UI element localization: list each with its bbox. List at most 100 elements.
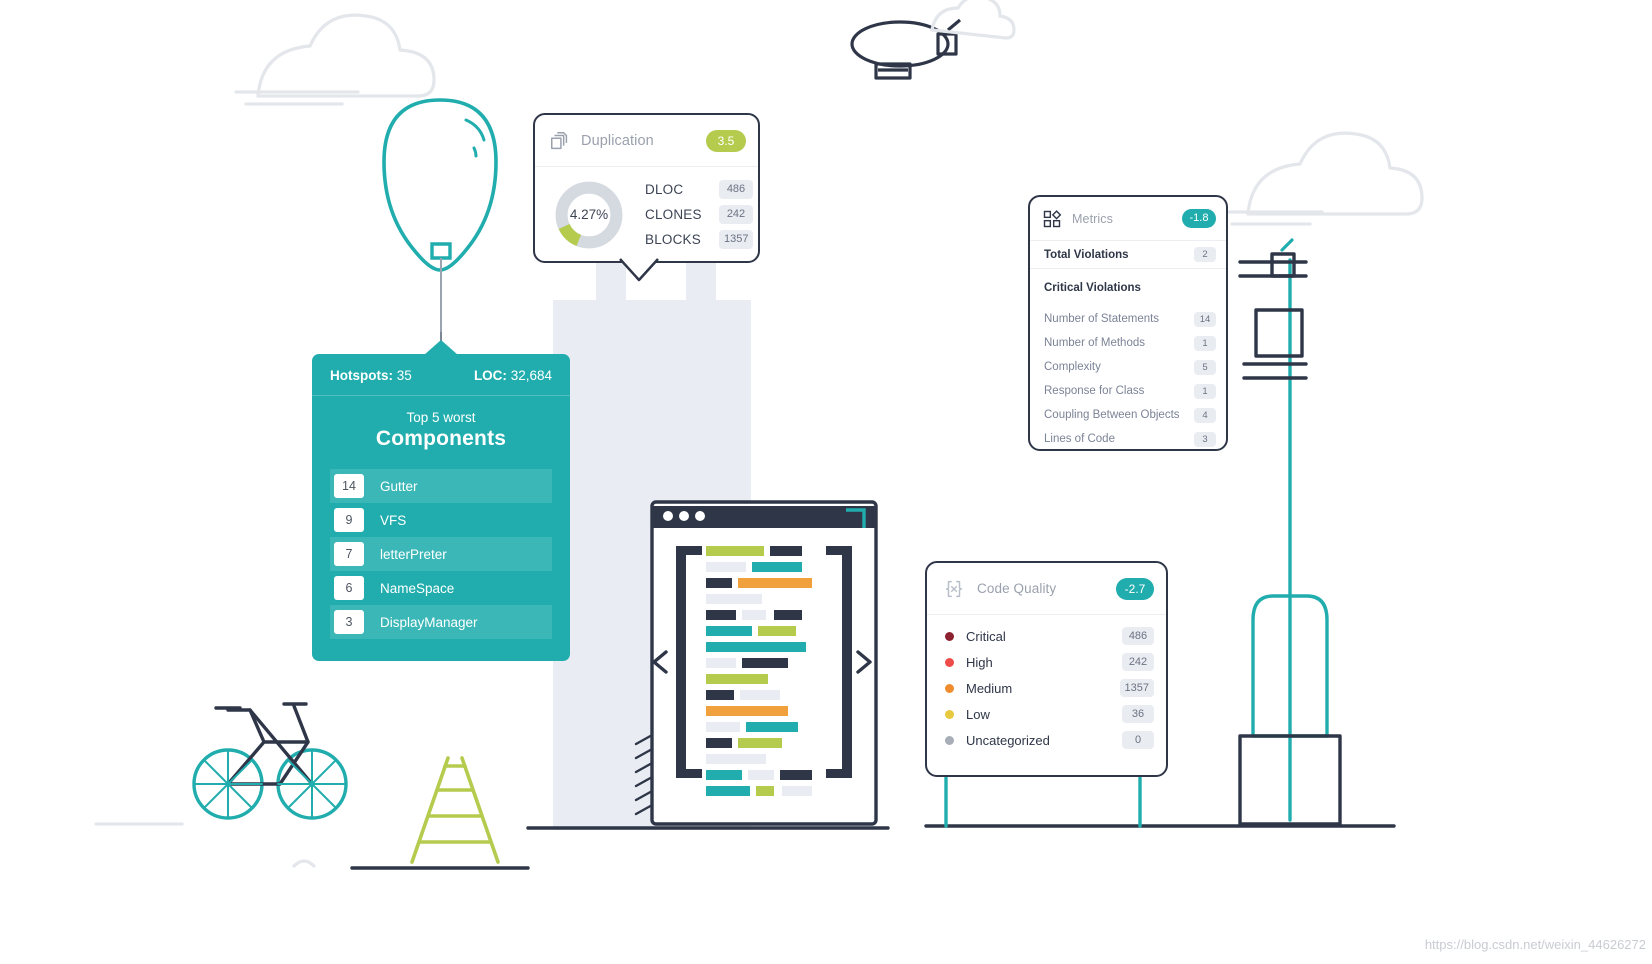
severity-value: 242 <box>1122 653 1154 671</box>
duplication-row-label: DLOC <box>645 182 684 197</box>
component-name: Gutter <box>380 478 418 494</box>
background-artwork <box>94 0 1424 870</box>
severity-dot <box>945 709 954 719</box>
components-title: Components <box>375 427 507 450</box>
severity-dot <box>945 657 954 667</box>
duplication-percent: 4.27% <box>569 207 609 222</box>
components-list: 14 Gutter 9 VFS 7 letterPreter 6 NameSpa… <box>312 469 570 639</box>
bicycle-graphic <box>192 702 348 820</box>
duplication-row: BLOCKS 1357 <box>645 227 754 252</box>
metrics-spacer <box>1030 269 1226 276</box>
component-row[interactable]: 6 NameSpace <box>330 571 552 605</box>
metric-value: 1 <box>1194 335 1216 351</box>
ladder-graphic <box>410 756 500 864</box>
duplication-metric-list: DLOC 486 CLONES 242 BLOCKS 1357 <box>645 177 754 252</box>
hotspots-value: 35 <box>396 368 412 383</box>
severity-value: 36 <box>1122 705 1154 723</box>
illustration-scene: Duplication 3.5 4.27% DLOC 486 CLONES 24… <box>0 0 1652 964</box>
metric-row: Coupling Between Objects 4 <box>1030 403 1226 427</box>
duplication-card[interactable]: Duplication 3.5 4.27% DLOC 486 CLONES 24… <box>533 113 760 282</box>
duplication-row-value: 1357 <box>719 230 754 249</box>
metric-row: Lines of Code 3 <box>1030 427 1226 451</box>
metric-label: Number of Statements <box>1044 313 1160 325</box>
duplication-body: 4.27% DLOC 486 CLONES 242 BLOCKS 1357 <box>535 167 758 252</box>
duplication-row: CLONES 242 <box>645 202 753 227</box>
panel-pointer <box>424 340 458 355</box>
component-row[interactable]: 3 DisplayManager <box>330 605 552 639</box>
grid-diamond-icon <box>1043 209 1062 227</box>
total-violations-row: Total Violations 2 <box>1030 241 1226 269</box>
severity-row: High 242 <box>927 649 1166 675</box>
total-violations-value: 2 <box>1194 247 1216 262</box>
loc-stat: LOC: 32,684 <box>474 368 552 383</box>
code-quality-header: Code Quality -2.7 <box>927 563 1166 615</box>
severity-label: Critical <box>966 628 1006 644</box>
components-heading: Top 5 worst Components <box>312 396 570 457</box>
metric-row: Number of Statements 14 <box>1030 307 1226 331</box>
component-count: 14 <box>334 474 364 498</box>
duplication-donut: 4.27% <box>553 179 625 251</box>
balloon-graphic <box>382 98 498 356</box>
duplication-title: Duplication <box>581 132 654 149</box>
duplication-row: DLOC 486 <box>645 177 753 202</box>
duplication-row-label: BLOCKS <box>645 232 701 247</box>
total-violations-label: Total Violations <box>1044 248 1129 261</box>
code-window-graphic <box>650 500 878 826</box>
component-name: DisplayManager <box>380 614 478 630</box>
duplication-row-label: CLONES <box>645 207 702 222</box>
severity-value: 0 <box>1122 731 1154 749</box>
duplication-card-header: Duplication 3.5 <box>535 115 758 167</box>
component-count: 3 <box>334 610 364 634</box>
component-name: VFS <box>380 512 407 528</box>
metric-label: Coupling Between Objects <box>1044 409 1180 421</box>
metric-row: Response for Class 1 <box>1030 379 1226 403</box>
metric-label: Response for Class <box>1044 385 1145 397</box>
severity-label: Medium <box>966 680 1013 696</box>
metric-value: 4 <box>1194 407 1216 423</box>
severity-dot <box>945 631 954 641</box>
severity-value: 1357 <box>1119 679 1154 697</box>
code-quality-card[interactable]: Code Quality -2.7 Critical 486 High 242 … <box>925 561 1168 777</box>
metric-value: 5 <box>1194 359 1216 375</box>
component-count: 6 <box>334 576 364 600</box>
metrics-card[interactable]: Metrics -1.8 Total Violations 2 Critical… <box>1028 195 1228 451</box>
duplication-row-value: 242 <box>719 205 753 224</box>
metric-value: 1 <box>1194 383 1216 399</box>
component-row[interactable]: 14 Gutter <box>330 469 552 503</box>
loc-value: 32,684 <box>510 368 552 383</box>
component-row[interactable]: 7 letterPreter <box>330 537 552 571</box>
metric-value: 14 <box>1194 311 1216 327</box>
hotspots-label: Hotspots: <box>330 368 393 383</box>
airship-graphic <box>850 18 962 80</box>
severity-label: High <box>966 654 993 670</box>
severity-list: Critical 486 High 242 Medium 1357 Low 36… <box>927 615 1166 753</box>
component-name: letterPreter <box>380 546 447 562</box>
metric-value: 3 <box>1194 431 1216 447</box>
component-row[interactable]: 9 VFS <box>330 503 552 537</box>
critical-violations-label: Critical Violations <box>1044 282 1141 294</box>
metric-row: Complexity 5 <box>1030 355 1226 379</box>
copy-stack-icon <box>551 131 568 149</box>
severity-row: Critical 486 <box>927 623 1166 649</box>
severity-row: Medium 1357 <box>927 675 1166 701</box>
components-panel[interactable]: Hotspots: 35 LOC: 32,684 Top 5 worst Com… <box>312 332 570 661</box>
code-quality-title: Code Quality <box>977 581 1057 596</box>
severity-dot <box>945 735 954 745</box>
severity-value: 486 <box>1122 627 1154 645</box>
severity-label: Uncategorized <box>966 732 1050 748</box>
duplication-score-badge: 3.5 <box>706 129 746 152</box>
lamp-post-graphic <box>1238 238 1342 826</box>
critical-violations-header: Critical Violations <box>1030 276 1226 300</box>
brackets-x-icon <box>945 580 963 597</box>
severity-row: Low 36 <box>927 701 1166 727</box>
metrics-title: Metrics <box>1072 211 1113 226</box>
component-count: 7 <box>334 542 364 566</box>
metrics-spacer <box>1030 300 1226 307</box>
loc-label: LOC: <box>473 368 507 383</box>
metric-label: Number of Methods <box>1044 337 1145 349</box>
components-summary: Hotspots: 35 LOC: 32,684 <box>312 354 570 396</box>
watermark-text: https://blog.csdn.net/weixin_44626272 <box>1424 937 1646 952</box>
metric-label: Complexity <box>1044 361 1101 373</box>
hotspots-stat: Hotspots: 35 <box>330 368 412 383</box>
speech-tail <box>619 258 659 282</box>
